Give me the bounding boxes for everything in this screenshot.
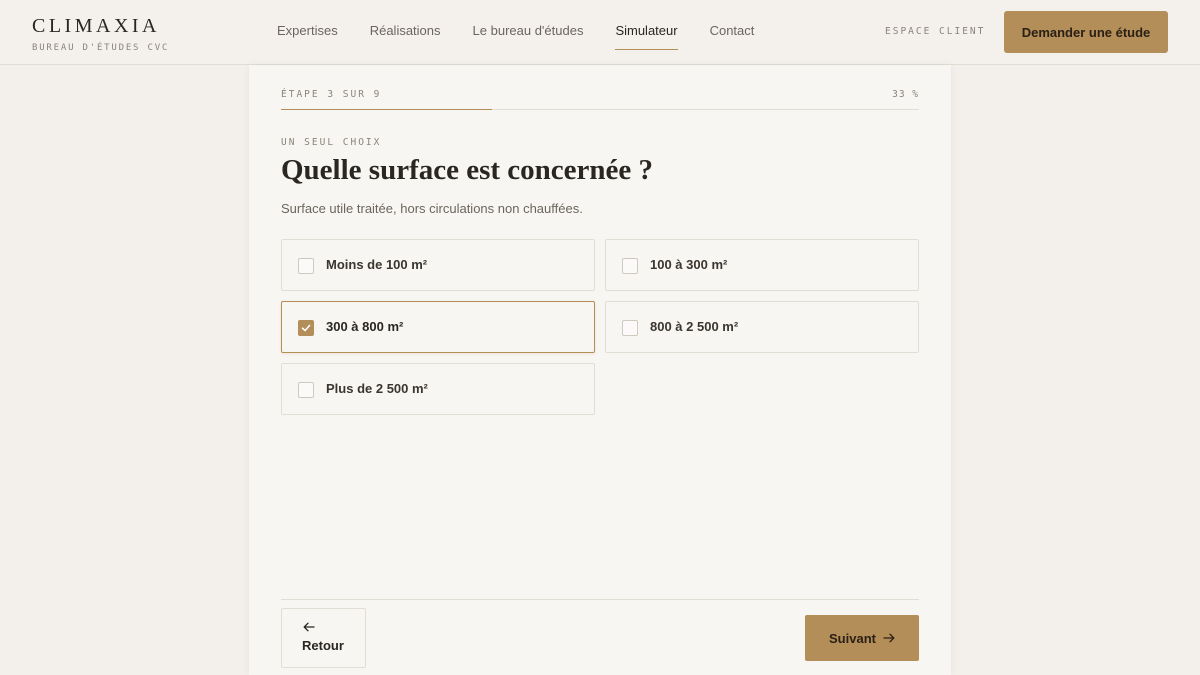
next-button[interactable]: Suivant bbox=[805, 615, 919, 661]
option-checkbox[interactable] bbox=[298, 382, 314, 398]
option-300-800[interactable]: 300 à 800 m² bbox=[281, 301, 595, 353]
nav-item-simulateur[interactable]: Simulateur bbox=[615, 0, 678, 64]
request-study-button[interactable]: Demander une étude bbox=[1004, 11, 1168, 53]
option-moins-100[interactable]: Moins de 100 m² bbox=[281, 239, 595, 291]
client-area-link[interactable]: ESPACE CLIENT bbox=[885, 0, 985, 64]
simulator-card: ÉTAPE 3 SUR 9 33 % UN SEUL CHOIX Quelle … bbox=[249, 65, 951, 675]
option-checkbox[interactable] bbox=[298, 320, 314, 336]
option-plus-2500[interactable]: Plus de 2 500 m² bbox=[281, 363, 595, 415]
option-100-300[interactable]: 100 à 300 m² bbox=[605, 239, 919, 291]
option-label: 800 à 2 500 m² bbox=[650, 319, 739, 334]
brand-name: CLIMAXIA bbox=[32, 15, 160, 37]
progress-percent: 33 % bbox=[892, 89, 919, 100]
nav-item-realisations[interactable]: Réalisations bbox=[370, 0, 441, 64]
nav-item-contact[interactable]: Contact bbox=[710, 0, 755, 64]
step-indicator: ÉTAPE 3 SUR 9 33 % bbox=[281, 89, 919, 103]
option-label: 300 à 800 m² bbox=[326, 319, 404, 334]
option-checkbox[interactable] bbox=[298, 258, 314, 274]
main-nav: Expertises Réalisations Le bureau d'étud… bbox=[277, 0, 786, 64]
option-checkbox[interactable] bbox=[622, 320, 638, 336]
progress-fill bbox=[281, 109, 492, 110]
nav-item-expertises[interactable]: Expertises bbox=[277, 0, 338, 64]
option-checkbox[interactable] bbox=[622, 258, 638, 274]
footer-divider bbox=[281, 599, 919, 600]
site-header: CLIMAXIA BUREAU D'ÉTUDES CVC Expertises … bbox=[0, 0, 1200, 65]
question-title: Quelle surface est concernée ? bbox=[281, 154, 654, 186]
option-label: Plus de 2 500 m² bbox=[326, 381, 428, 396]
question-kicker: UN SEUL CHOIX bbox=[281, 137, 382, 148]
next-button-label: Suivant bbox=[829, 630, 876, 646]
nav-item-bureau-etudes[interactable]: Le bureau d'études bbox=[473, 0, 584, 64]
arrow-right-icon bbox=[883, 633, 895, 643]
option-800-2500[interactable]: 800 à 2 500 m² bbox=[605, 301, 919, 353]
option-label: Moins de 100 m² bbox=[326, 257, 428, 272]
back-button-label: Retour bbox=[302, 638, 344, 653]
arrow-left-icon bbox=[303, 622, 315, 632]
back-button[interactable]: Retour bbox=[281, 608, 366, 668]
question-hint: Surface utile traitée, hors circulations… bbox=[281, 201, 583, 216]
option-label: 100 à 300 m² bbox=[650, 257, 728, 272]
brand-logo[interactable]: CLIMAXIA BUREAU D'ÉTUDES CVC bbox=[32, 16, 169, 53]
step-label: ÉTAPE 3 SUR 9 bbox=[281, 89, 382, 100]
brand-subtitle: BUREAU D'ÉTUDES CVC bbox=[32, 43, 170, 53]
check-icon bbox=[301, 324, 311, 332]
progress-bar bbox=[281, 109, 919, 110]
